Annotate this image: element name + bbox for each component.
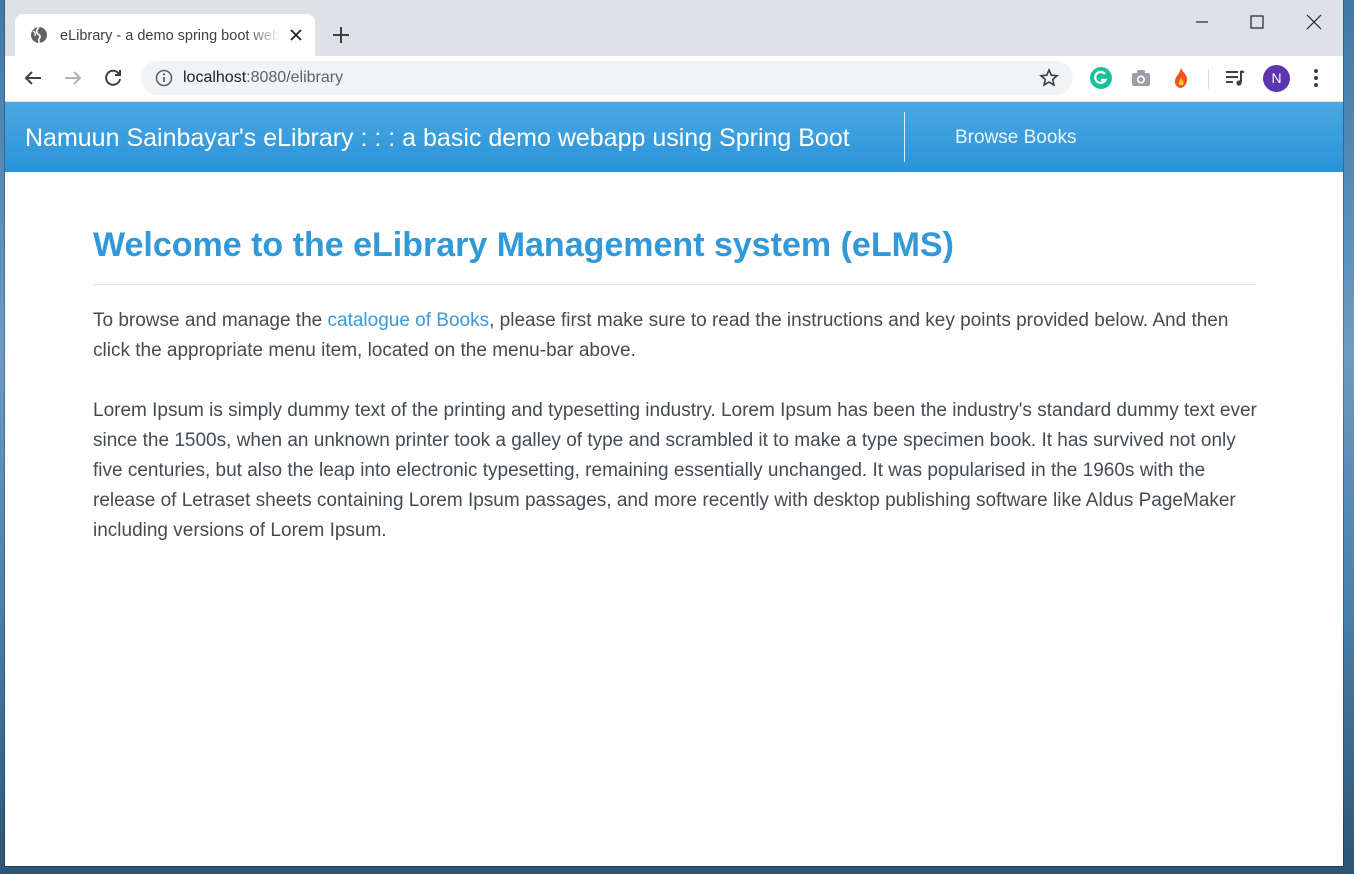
maximize-icon[interactable] (1245, 10, 1269, 34)
close-tab-icon[interactable] (287, 26, 305, 44)
minimize-icon[interactable] (1190, 10, 1214, 34)
more-menu-icon[interactable] (1304, 66, 1328, 90)
tab-strip: eLibrary - a demo spring boot webapp (5, 0, 1343, 56)
flame-icon[interactable] (1169, 66, 1193, 90)
back-arrow-icon[interactable] (21, 66, 45, 90)
url-path: :8080/elibrary (246, 69, 344, 86)
nav-link-browse-books[interactable]: Browse Books (955, 124, 1076, 152)
page-content: Namuun Sainbayar's eLibrary : : : a basi… (5, 102, 1343, 866)
globe-icon (31, 26, 47, 44)
toolbar-separator (1208, 69, 1209, 89)
catalogue-link[interactable]: catalogue of Books (328, 310, 490, 331)
browser-tab[interactable]: eLibrary - a demo spring boot webapp (15, 14, 315, 56)
new-tab-icon[interactable] (330, 24, 352, 46)
navbar-divider (904, 112, 905, 162)
intro-paragraph: To browse and manage the catalogue of Bo… (93, 306, 1258, 366)
profile-avatar[interactable]: N (1263, 65, 1290, 92)
site-brand[interactable]: Namuun Sainbayar's eLibrary : : : a basi… (25, 122, 850, 154)
title-divider (93, 284, 1256, 285)
address-bar[interactable]: localhost:8080/elibrary (141, 61, 1073, 95)
site-navbar: Namuun Sainbayar's eLibrary : : : a basi… (5, 102, 1343, 172)
browser-window: eLibrary - a demo spring boot webapp loc… (5, 0, 1343, 866)
url-text[interactable]: localhost:8080/elibrary (183, 67, 343, 89)
site-info-icon[interactable] (155, 69, 173, 87)
lorem-paragraph: Lorem Ipsum is simply dummy text of the … (93, 400, 1257, 541)
bookmark-star-icon[interactable] (1039, 68, 1059, 88)
browser-toolbar: localhost:8080/elibrary N (5, 56, 1343, 102)
camera-icon[interactable] (1129, 66, 1153, 90)
tab-title: eLibrary - a demo spring boot webapp (60, 28, 280, 44)
forward-arrow-icon[interactable] (61, 66, 85, 90)
page-title: Welcome to the eLibrary Management syste… (93, 226, 954, 264)
intro-text-start: To browse and manage the (93, 310, 328, 331)
url-host: localhost (183, 69, 247, 86)
grammarly-icon[interactable] (1089, 66, 1113, 90)
reload-icon[interactable] (101, 66, 125, 90)
close-window-icon[interactable] (1302, 10, 1326, 34)
media-queue-icon[interactable] (1223, 66, 1247, 90)
